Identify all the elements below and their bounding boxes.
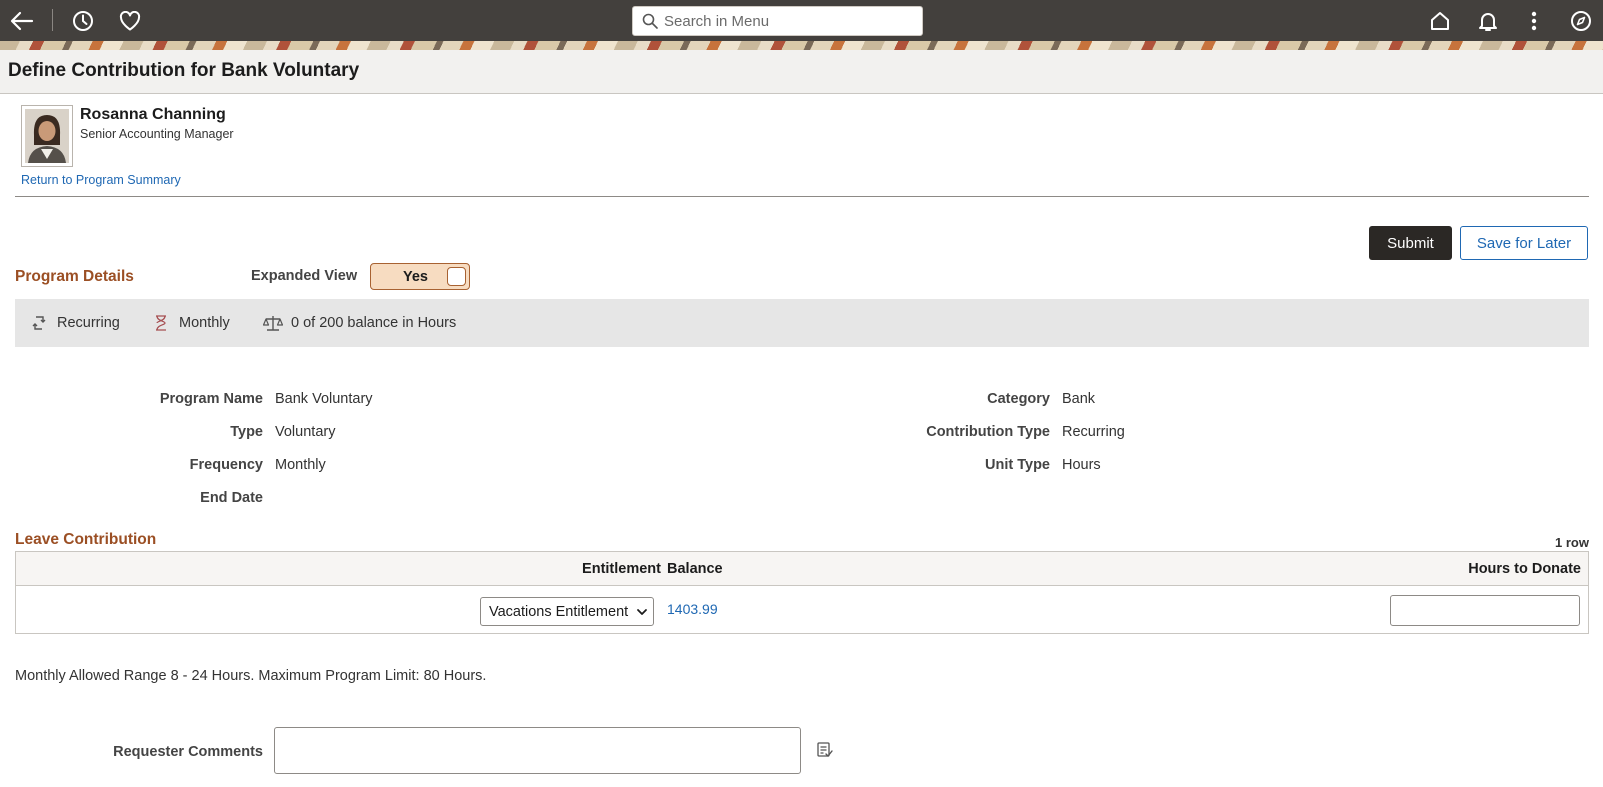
end-date-label: End Date	[200, 490, 263, 506]
grid-header: Entitlement Balance Hours to Donate	[16, 552, 1588, 586]
program-summary-strip: Recurring Monthly 0 of 200 balance in Ho…	[15, 299, 1589, 347]
hourglass-icon	[151, 313, 171, 333]
menu-search-box[interactable]	[632, 6, 923, 36]
recurring-icon	[29, 313, 49, 333]
submit-button[interactable]: Submit	[1369, 226, 1452, 260]
type-value: Voluntary	[275, 424, 336, 440]
toolbar-divider	[52, 9, 53, 31]
category-label: Category	[987, 391, 1050, 407]
contribution-type-label: Contribution Type	[926, 424, 1050, 440]
search-input[interactable]	[664, 12, 904, 30]
leave-contribution-grid: Entitlement Balance Hours to Donate Vaca…	[15, 551, 1589, 634]
category-value: Bank	[1062, 391, 1096, 407]
program-name-label: Program Name	[159, 391, 263, 407]
back-icon[interactable]	[9, 8, 35, 34]
avatar	[25, 109, 69, 163]
frequency-value: Monthly	[275, 457, 326, 473]
balance-link[interactable]: 1403.99	[667, 601, 718, 617]
program-name-value: Bank Voluntary	[275, 391, 373, 407]
entitlement-selected-value: Vacations Entitlement	[489, 603, 629, 620]
summary-frequency: Monthly	[151, 299, 230, 347]
requester-comments-label: Requester Comments	[113, 744, 263, 760]
toggle-knob	[447, 267, 466, 286]
column-header-balance: Balance	[667, 561, 723, 577]
summary-recurrence: Recurring	[29, 299, 120, 347]
expanded-view-toggle[interactable]: Yes	[370, 263, 470, 290]
page-title: Define Contribution for Bank Voluntary	[8, 60, 360, 81]
column-header-hours-to-donate: Hours to Donate	[1468, 561, 1581, 577]
hours-to-donate-input[interactable]	[1390, 595, 1580, 626]
top-navigation-bar	[0, 0, 1603, 41]
notifications-icon[interactable]	[1475, 8, 1501, 34]
employee-photo	[21, 105, 73, 167]
expanded-view-label: Expanded View	[251, 268, 358, 284]
chevron-down-icon	[637, 609, 647, 615]
balance-scale-icon	[263, 313, 283, 333]
summary-balance-text: 0 of 200 balance in Hours	[291, 315, 457, 331]
more-actions-icon[interactable]	[1521, 8, 1547, 34]
program-details-heading: Program Details	[15, 268, 134, 285]
unit-type-label: Unit Type	[985, 457, 1050, 473]
page-title-bar: Define Contribution for Bank Voluntary	[0, 50, 1603, 94]
summary-balance: 0 of 200 balance in Hours	[263, 299, 456, 347]
toggle-value: Yes	[403, 269, 428, 285]
contribution-type-value: Recurring	[1062, 424, 1125, 440]
home-icon[interactable]	[1427, 8, 1453, 34]
requester-comments-field[interactable]	[274, 727, 801, 774]
allowed-range-note: Monthly Allowed Range 8 - 24 Hours. Maxi…	[15, 668, 487, 684]
summary-recurrence-text: Recurring	[57, 315, 120, 331]
frequency-label: Frequency	[189, 457, 263, 473]
save-for-later-button[interactable]: Save for Later	[1460, 226, 1588, 260]
type-label: Type	[230, 424, 263, 440]
row-count: 1 row	[1555, 535, 1589, 550]
employee-job-title: Senior Accounting Manager	[80, 127, 234, 141]
history-icon[interactable]	[70, 8, 96, 34]
summary-frequency-text: Monthly	[179, 315, 230, 331]
entitlement-select[interactable]: Vacations Entitlement	[480, 597, 654, 626]
column-header-entitlement: Entitlement	[582, 561, 661, 577]
unit-type-value: Hours	[1062, 457, 1101, 473]
employee-name: Rosanna Channing	[80, 106, 226, 123]
favorites-icon[interactable]	[117, 8, 143, 34]
header-divider	[15, 196, 1589, 197]
return-to-program-summary-link[interactable]: Return to Program Summary	[21, 173, 181, 187]
leave-contribution-heading: Leave Contribution	[15, 531, 157, 548]
search-icon	[641, 12, 659, 30]
spell-check-icon[interactable]	[816, 741, 834, 759]
decorative-banner	[0, 41, 1603, 50]
navigator-icon[interactable]	[1568, 8, 1594, 34]
